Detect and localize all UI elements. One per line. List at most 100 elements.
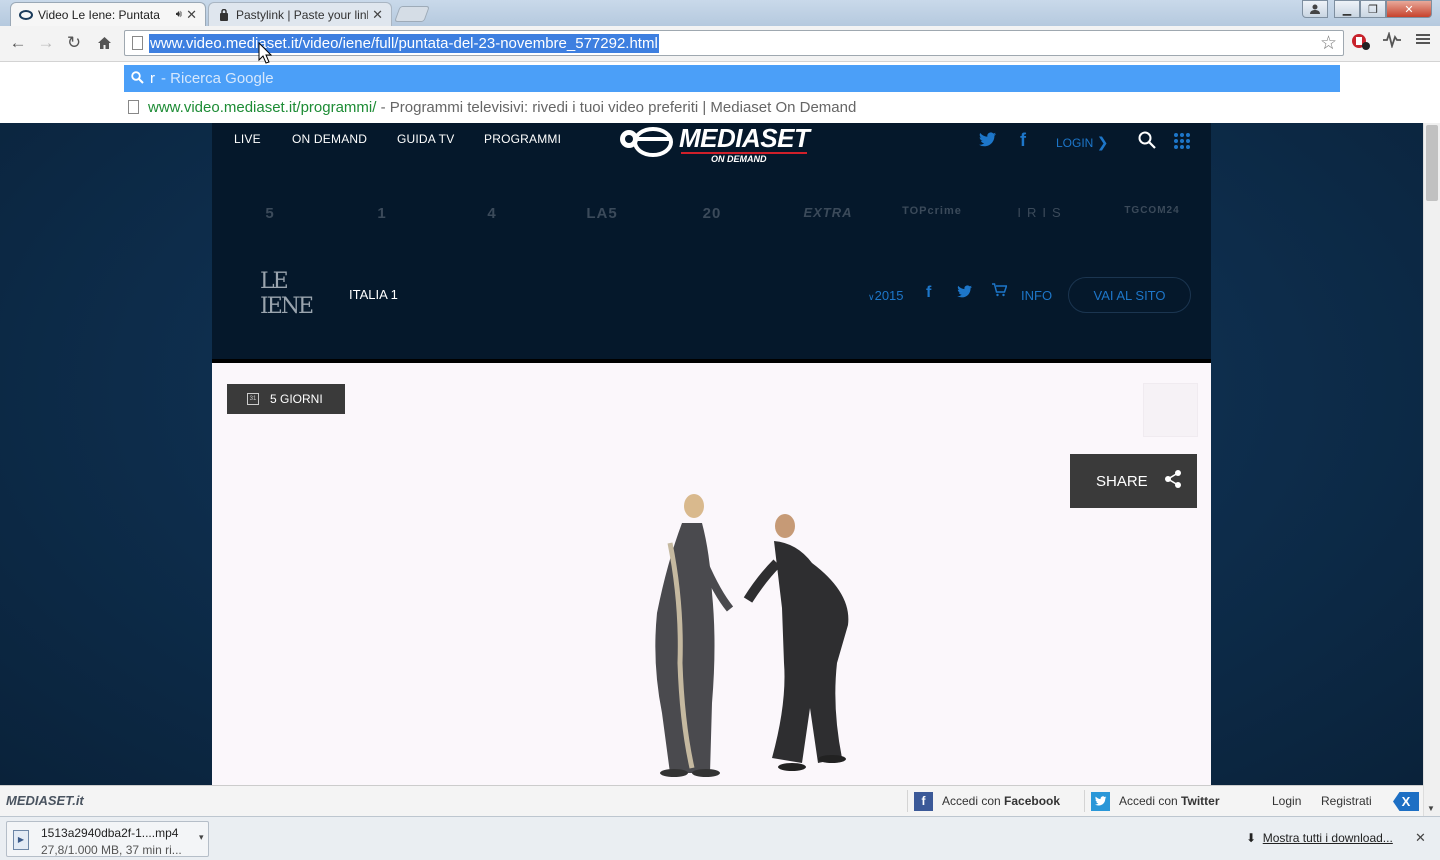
search-icon [124,70,150,87]
year-dropdown[interactable]: ∨2015 [868,288,904,303]
channel-iris-icon[interactable]: IRIS [992,205,1092,220]
video-player[interactable]: 31 5 GIORNI SHARE [212,363,1211,785]
channel-tgcom24-icon[interactable]: TGCOM24 [1102,205,1202,216]
nav-programmi[interactable]: PROGRAMMI [484,132,561,146]
suggestion-google-search[interactable]: r - Ricerca Google [124,65,1340,92]
twitter-icon [1091,791,1110,811]
bottom-register-link[interactable]: Registrati [1321,794,1372,808]
le-iene-logo[interactable]: LE IENE [260,269,316,319]
chevron-down-icon: ∨ [868,292,875,302]
login-facebook-button[interactable]: f Accedi con Facebook [907,790,1060,812]
download-shelf: ▶ 1513a2940dba2f-1....mp4 27,8/1.000 MB,… [0,816,1440,860]
show-facebook-icon[interactable]: f [926,284,931,302]
login-twitter-button[interactable]: Accedi con Twitter [1084,790,1220,812]
download-arrow-icon: ⬇︎ [1246,831,1257,845]
channel-italia2-icon[interactable]: 20 [662,205,762,222]
twitter-icon[interactable] [979,132,997,152]
download-status: 27,8/1.000 MB, 37 min ri... [41,843,182,857]
suggestion-query: r [150,70,155,87]
channel-topcrime-icon[interactable]: TOPcrime [882,205,982,217]
logo-subtitle: ON DEMAND [711,154,767,164]
reload-icon[interactable]: ↻ [62,32,86,54]
mediaset-on-demand-logo[interactable]: MEDIASET ON DEMAND [617,123,817,167]
mouse-cursor-icon [258,42,272,64]
login-link[interactable]: LOGIN ❯ [1056,134,1108,151]
twitter-prefix: Accedi con [1119,794,1178,808]
mediaset-bottom-bar: MEDIASET.it f Accedi con Facebook Accedi… [0,785,1423,816]
facebook-prefix: Accedi con [942,794,1001,808]
omnibox-suggestions: r - Ricerca Google www.video.mediaset.it… [0,62,1440,123]
download-filename: 1513a2940dba2f-1....mp4 [41,826,179,840]
suggestion-history-url[interactable]: www.video.mediaset.it/programmi/ - Progr… [128,96,856,118]
channel-italia1-icon[interactable]: 1 [332,205,432,222]
mediaset-it-logo[interactable]: MEDIASET.it [6,793,84,808]
adblock-extension-icon[interactable] [1350,32,1370,55]
facebook-label: Facebook [1004,794,1061,808]
mediaset-favicon-icon [19,8,33,22]
activity-pulse-icon[interactable] [1382,30,1402,53]
show-header: LE IENE ITALIA 1 ∨2015 f INFO VAI AL SIT… [212,263,1211,325]
bottom-bar-close-button[interactable]: X [1393,792,1419,811]
window-titlebar: Video Le Iene: Puntata 🔊︎ ✕ Pastylink | … [0,0,1440,26]
show-twitter-icon[interactable] [957,285,973,302]
suggestion-description: - Programmi televisivi: rivedi i tuoi vi… [380,98,857,116]
info-link[interactable]: INFO [1021,288,1052,303]
mediaset-biscione-icon [617,125,673,164]
tab-title: Video Le Iene: Puntata [38,7,160,22]
tab-title: Pastylink | Paste your link [236,7,369,22]
user-profile-button[interactable] [1302,0,1328,18]
address-bar[interactable]: www.video.mediaset.it/video/iene/full/pu… [124,30,1344,56]
forward-arrow-icon[interactable]: → [34,32,58,54]
maximize-icon[interactable]: ❐ [1360,0,1386,18]
video-frame-dancers [655,494,849,777]
suggestion-description: - Ricerca Google [161,70,274,87]
show-all-label: Mostra tutti i download... [1262,831,1393,845]
mediaset-site: LIVE ON DEMAND GUIDA TV PROGRAMMI MEDIAS… [212,123,1211,785]
show-all-downloads-link[interactable]: ⬇︎ Mostra tutti i download... [1246,831,1393,845]
minimize-icon[interactable]: ▁ [1334,0,1360,18]
page-icon [132,36,143,50]
download-item[interactable]: ▶ 1513a2940dba2f-1....mp4 27,8/1.000 MB,… [6,821,209,857]
page-scrollbar[interactable]: ▼ [1423,123,1440,816]
window-close-icon[interactable]: ✕ [1386,0,1432,18]
scroll-down-arrow-icon[interactable]: ▼ [1427,804,1435,813]
channel-mediaset-extra-icon[interactable]: EXTRA [778,205,878,220]
tab-pastylink[interactable]: Pastylink | Paste your link ✕ [208,2,392,26]
bottom-login-link[interactable]: Login [1272,794,1301,808]
apps-grid-icon[interactable] [1174,133,1190,149]
chevron-right-icon: ❯ [1096,134,1109,150]
facebook-icon[interactable]: f [1020,130,1026,151]
nav-on-demand[interactable]: ON DEMAND [292,132,367,146]
menu-hamburger-icon[interactable] [1416,32,1430,51]
twitter-label: Twitter [1181,794,1220,808]
tab-close-icon[interactable]: ✕ [372,7,383,23]
tab-close-icon[interactable]: ✕ [186,7,197,23]
shelf-close-icon[interactable]: ✕ [1415,830,1426,846]
channel-la5-icon[interactable]: LA5 [552,205,652,222]
chevron-down-icon[interactable]: ▾ [199,832,204,843]
show-channel-name: ITALIA 1 [349,287,398,302]
site-top-nav: LIVE ON DEMAND GUIDA TV PROGRAMMI MEDIAS… [212,123,1211,164]
channel-canale5-icon[interactable]: 5 [220,205,320,222]
login-label: LOGIN [1056,136,1094,150]
tab-video-le-iene[interactable]: Video Le Iene: Puntata 🔊︎ ✕ [10,2,206,26]
bookmark-star-icon[interactable]: ☆ [1320,32,1337,55]
vai-al-sito-button[interactable]: VAI AL SITO [1068,277,1191,313]
shopping-cart-icon[interactable] [991,283,1008,301]
scrollbar-thumb[interactable] [1426,125,1438,201]
nav-live[interactable]: LIVE [234,132,261,146]
channel-rete4-icon[interactable]: 4 [442,205,542,222]
logo-wordmark: MEDIASET [679,123,810,153]
year-label: 2015 [874,288,904,303]
page-icon [128,100,139,114]
facebook-icon: f [914,791,933,811]
home-icon[interactable] [92,32,116,54]
search-icon[interactable] [1138,131,1156,154]
new-tab-button[interactable] [394,6,430,22]
nav-guida-tv[interactable]: GUIDA TV [397,132,454,146]
browser-toolbar: ← → ↻ www.video.mediaset.it/video/iene/f… [0,26,1440,62]
suggestion-url: www.video.mediaset.it/programmi/ [148,98,377,116]
channel-strip: 5 1 4 LA5 20 EXTRA TOPcrime IRIS TGCOM24 [212,195,1211,247]
url-text[interactable]: www.video.mediaset.it/video/iene/full/pu… [149,34,659,53]
back-arrow-icon[interactable]: ← [6,32,30,54]
